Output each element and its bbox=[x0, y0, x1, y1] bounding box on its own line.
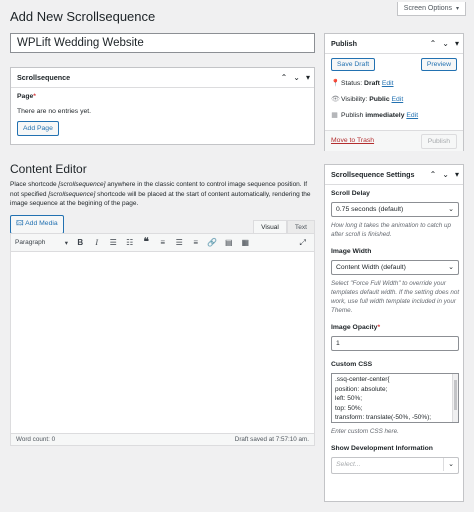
publish-actions: Move to Trash Publish bbox=[325, 130, 463, 151]
css-line: .ssq-center-center{ bbox=[335, 376, 390, 383]
media-icon: 🖾 bbox=[16, 220, 24, 227]
publish-button[interactable]: Publish bbox=[420, 134, 457, 149]
align-right-icon[interactable]: ≡ bbox=[188, 238, 205, 247]
settings-header: Scrollsequence Settings ⌃ ⌄ ▾ bbox=[325, 165, 463, 185]
scroll-delay-label: Scroll Delay bbox=[331, 190, 370, 197]
save-draft-button[interactable]: Save Draft bbox=[331, 58, 376, 71]
image-width-description: Select "Force Full Width" to override yo… bbox=[331, 280, 460, 314]
dev-info-select[interactable]: Select... ⌄ bbox=[331, 457, 459, 474]
pin-icon: 📍 bbox=[331, 80, 340, 87]
link-icon[interactable]: 🔗 bbox=[204, 238, 221, 247]
move-up-icon[interactable]: ⌃ bbox=[430, 34, 437, 54]
settings-metabox: Scrollsequence Settings ⌃ ⌄ ▾ Scroll Del… bbox=[324, 164, 464, 502]
scroll-delay-description: How long it takes the animation to catch… bbox=[331, 222, 452, 238]
format-select[interactable]: Paragraph ▾ bbox=[14, 239, 72, 247]
image-width-label: Image Width bbox=[331, 248, 372, 255]
scrollsequence-metabox: Scrollsequence ⌃ ⌄ ▾ Page* There are no … bbox=[10, 67, 315, 145]
publish-title: Publish bbox=[331, 39, 357, 48]
add-media-button[interactable]: 🖾 Add Media bbox=[10, 215, 64, 234]
editor-content-area[interactable] bbox=[10, 252, 315, 434]
move-down-icon[interactable]: ⌄ bbox=[293, 68, 300, 88]
draft-saved-status: Draft saved at 7:57:10 am. bbox=[234, 436, 309, 443]
page-field-label: Page* bbox=[17, 93, 36, 100]
visibility-row: 👁Visibility: Public Edit bbox=[331, 96, 404, 103]
image-opacity-input[interactable]: 1 bbox=[331, 336, 459, 351]
word-count: Word count: 0 bbox=[16, 436, 56, 443]
content-editor-title: Content Editor bbox=[10, 162, 87, 176]
move-up-icon[interactable]: ⌃ bbox=[430, 165, 437, 185]
publish-header: Publish ⌃ ⌄ ▾ bbox=[325, 34, 463, 54]
post-title-input[interactable]: WPLift Wedding Website bbox=[10, 33, 315, 53]
tab-text[interactable]: Text bbox=[286, 220, 315, 234]
dev-info-label: Show Development Information bbox=[331, 445, 433, 452]
empty-entries-text: There are no entries yet. bbox=[17, 108, 92, 115]
read-more-icon[interactable]: ▤ bbox=[221, 238, 238, 247]
classic-editor: Visual Text Paragraph ▾ B I ☰ ☷ ❝ ≡ ☰ ≡ 🔗… bbox=[10, 220, 315, 446]
add-page-button[interactable]: Add Page bbox=[17, 121, 59, 136]
edit-publish-time-link[interactable]: Edit bbox=[406, 112, 418, 119]
css-line: position: absolute; bbox=[335, 385, 388, 393]
content-editor-help: Place shortcode [scrollsequence] anywher… bbox=[10, 181, 311, 207]
custom-css-textarea[interactable]: .ssq-center-center{ position: absolute; … bbox=[331, 373, 459, 423]
italic-icon[interactable]: I bbox=[89, 238, 106, 247]
blockquote-icon[interactable]: ❝ bbox=[138, 237, 155, 248]
chevron-down-icon: ⌄ bbox=[443, 458, 454, 471]
edit-status-link[interactable]: Edit bbox=[382, 80, 394, 87]
caret-down-icon: ▾ bbox=[455, 6, 459, 12]
eye-icon: 👁 bbox=[331, 96, 340, 103]
preview-button[interactable]: Preview bbox=[420, 58, 457, 71]
publish-time-row: ▦ Publish immediately Edit bbox=[331, 112, 419, 119]
bullet-list-icon[interactable]: ☰ bbox=[105, 238, 122, 247]
publish-metabox: Publish ⌃ ⌄ ▾ Save Draft Preview 📍Status… bbox=[324, 33, 464, 151]
calendar-icon: ▦ bbox=[331, 112, 338, 119]
css-line: left: 50%; bbox=[335, 395, 363, 402]
move-down-icon[interactable]: ⌄ bbox=[442, 34, 449, 54]
toggle-panel-icon[interactable]: ▾ bbox=[455, 34, 459, 54]
css-line: transform: translate(-50%, -50%); bbox=[335, 414, 432, 421]
toggle-panel-icon[interactable]: ▾ bbox=[455, 165, 459, 185]
chevron-down-icon: ▾ bbox=[64, 239, 68, 247]
textarea-scrollbar[interactable] bbox=[452, 374, 458, 422]
screen-options-button[interactable]: Screen Options ▾ bbox=[396, 2, 466, 16]
edit-visibility-link[interactable]: Edit bbox=[392, 96, 404, 103]
page-title: Add New Scrollsequence bbox=[10, 9, 156, 24]
toolbar-toggle-icon[interactable]: ▦ bbox=[237, 238, 254, 247]
tab-visual[interactable]: Visual bbox=[253, 220, 287, 234]
fullscreen-icon[interactable]: ⤢ bbox=[295, 238, 312, 248]
screen-options-label: Screen Options bbox=[403, 5, 453, 12]
scroll-delay-select[interactable]: 0.75 seconds (default) ⌄ bbox=[331, 202, 459, 217]
align-left-icon[interactable]: ≡ bbox=[155, 238, 172, 247]
bold-icon[interactable]: B bbox=[72, 238, 89, 247]
custom-css-label: Custom CSS bbox=[331, 361, 373, 368]
move-down-icon[interactable]: ⌄ bbox=[442, 165, 449, 185]
image-width-select[interactable]: Content Width (default) ⌄ bbox=[331, 260, 459, 275]
settings-title: Scrollsequence Settings bbox=[331, 170, 415, 179]
chevron-down-icon: ⌄ bbox=[448, 206, 454, 213]
css-line: top: 50%; bbox=[335, 404, 363, 412]
metabox-title: Scrollsequence bbox=[17, 73, 71, 82]
metabox-header: Scrollsequence ⌃ ⌄ ▾ bbox=[11, 68, 314, 88]
toggle-panel-icon[interactable]: ▾ bbox=[306, 68, 310, 88]
chevron-down-icon: ⌄ bbox=[448, 264, 454, 271]
numbered-list-icon[interactable]: ☷ bbox=[122, 238, 139, 247]
editor-toolbar: Paragraph ▾ B I ☰ ☷ ❝ ≡ ☰ ≡ 🔗 ▤ ▦ ⤢ bbox=[10, 233, 315, 252]
custom-css-description: Enter custom CSS here. bbox=[331, 428, 399, 435]
move-up-icon[interactable]: ⌃ bbox=[281, 68, 288, 88]
move-to-trash-link[interactable]: Move to Trash bbox=[331, 137, 374, 144]
align-center-icon[interactable]: ☰ bbox=[171, 238, 188, 247]
status-row: 📍Status: Draft Edit bbox=[331, 80, 394, 87]
image-opacity-label: Image Opacity* bbox=[331, 324, 381, 331]
post-title-value: WPLift Wedding Website bbox=[17, 37, 144, 49]
editor-status-bar: Word count: 0 Draft saved at 7:57:10 am. bbox=[10, 434, 315, 446]
